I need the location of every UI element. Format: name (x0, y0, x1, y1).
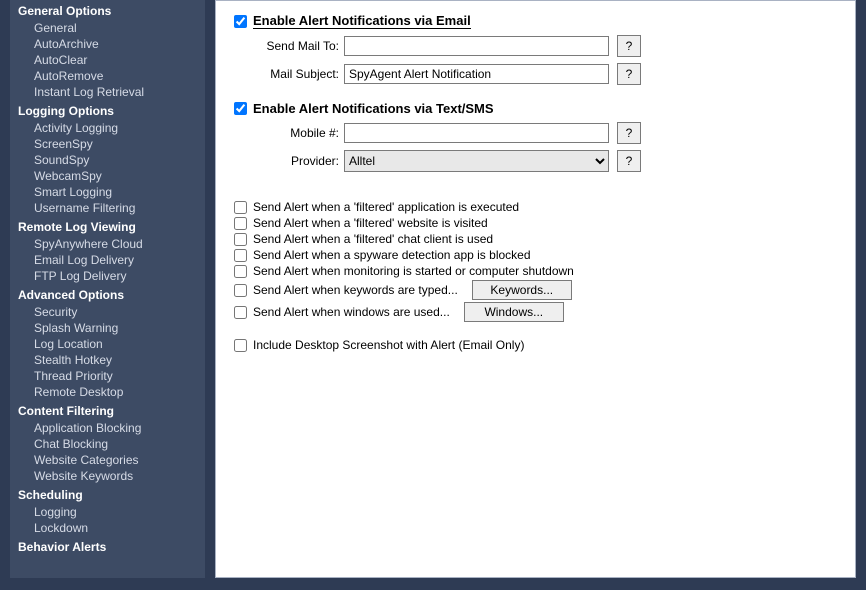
sidebar-section-title: Behavior Alerts (10, 536, 205, 556)
mobile-label: Mobile #: (234, 126, 344, 140)
send-mail-to-help-button[interactable]: ? (617, 35, 641, 57)
alert-label: Send Alert when a 'filtered' chat client… (253, 232, 493, 246)
sidebar-item[interactable]: Splash Warning (10, 320, 205, 336)
sidebar-section-title: Scheduling (10, 484, 205, 504)
send-mail-to-row: Send Mail To: ? (234, 35, 837, 57)
sidebar-item[interactable]: Logging (10, 504, 205, 520)
sidebar-section-title: Logging Options (10, 100, 205, 120)
sidebar-item[interactable]: ScreenSpy (10, 136, 205, 152)
send-mail-to-input[interactable] (344, 36, 609, 56)
provider-label: Provider: (234, 154, 344, 168)
alert-checkbox[interactable] (234, 265, 247, 278)
sidebar-item[interactable]: AutoClear (10, 52, 205, 68)
alert-row: Send Alert when keywords are typed... Key… (234, 280, 837, 300)
mobile-row: Mobile #: ? (234, 122, 837, 144)
sms-section-header: Enable Alert Notifications via Text/SMS (234, 101, 837, 116)
provider-row: Provider: Alltel ? (234, 150, 837, 172)
sidebar-item[interactable]: Email Log Delivery (10, 252, 205, 268)
mail-subject-input[interactable] (344, 64, 609, 84)
sidebar-item[interactable]: Instant Log Retrieval (10, 84, 205, 100)
sidebar-item[interactable]: FTP Log Delivery (10, 268, 205, 284)
sidebar-item[interactable]: Log Location (10, 336, 205, 352)
sidebar-item[interactable]: Username Filtering (10, 200, 205, 216)
alert-checkbox[interactable] (234, 249, 247, 262)
alert-checkbox[interactable] (234, 217, 247, 230)
sidebar-item[interactable]: Activity Logging (10, 120, 205, 136)
sidebar-item[interactable]: Application Blocking (10, 420, 205, 436)
alert-checkbox[interactable] (234, 284, 247, 297)
alert-side-button[interactable]: Windows... (464, 302, 564, 322)
provider-select[interactable]: Alltel (344, 150, 609, 172)
sidebar-item[interactable]: Website Categories (10, 452, 205, 468)
enable-email-title: Enable Alert Notifications via Email (253, 13, 471, 29)
sidebar-item[interactable]: General (10, 20, 205, 36)
alert-label: Send Alert when windows are used... (253, 305, 450, 319)
include-screenshot-label: Include Desktop Screenshot with Alert (E… (253, 338, 524, 352)
alert-checkbox[interactable] (234, 233, 247, 246)
sidebar-item[interactable]: SpyAnywhere Cloud (10, 236, 205, 252)
alert-side-button[interactable]: Keywords... (472, 280, 572, 300)
sidebar-section-title: Content Filtering (10, 400, 205, 420)
alert-label: Send Alert when keywords are typed... (253, 283, 458, 297)
sidebar-item[interactable]: SoundSpy (10, 152, 205, 168)
sidebar-item[interactable]: Thread Priority (10, 368, 205, 384)
alert-row: Send Alert when a 'filtered' website is … (234, 216, 837, 230)
alert-checkbox[interactable] (234, 201, 247, 214)
alert-row: Send Alert when a spyware detection app … (234, 248, 837, 262)
alert-label: Send Alert when monitoring is started or… (253, 264, 574, 278)
mail-subject-help-button[interactable]: ? (617, 63, 641, 85)
sidebar-section-title: Remote Log Viewing (10, 216, 205, 236)
send-mail-to-label: Send Mail To: (234, 39, 344, 53)
alert-row: Send Alert when a 'filtered' application… (234, 200, 837, 214)
sidebar-item[interactable]: AutoArchive (10, 36, 205, 52)
email-section-header: Enable Alert Notifications via Email (234, 13, 837, 29)
sidebar-section-title: Advanced Options (10, 284, 205, 304)
provider-help-button[interactable]: ? (617, 150, 641, 172)
sidebar-item[interactable]: Stealth Hotkey (10, 352, 205, 368)
screenshot-row: Include Desktop Screenshot with Alert (E… (234, 338, 837, 352)
sidebar-item[interactable]: WebcamSpy (10, 168, 205, 184)
sidebar-item[interactable]: AutoRemove (10, 68, 205, 84)
alerts-container: Send Alert when a 'filtered' application… (234, 200, 837, 322)
include-screenshot-checkbox[interactable] (234, 339, 247, 352)
alert-checkbox[interactable] (234, 306, 247, 319)
sidebar-item[interactable]: Lockdown (10, 520, 205, 536)
sidebar-item[interactable]: Website Keywords (10, 468, 205, 484)
enable-sms-title: Enable Alert Notifications via Text/SMS (253, 101, 494, 116)
sidebar-item[interactable]: Chat Blocking (10, 436, 205, 452)
sidebar-item[interactable]: Smart Logging (10, 184, 205, 200)
sidebar-section-title: General Options (10, 0, 205, 20)
mail-subject-label: Mail Subject: (234, 67, 344, 81)
enable-email-checkbox[interactable] (234, 15, 247, 28)
alert-label: Send Alert when a 'filtered' application… (253, 200, 519, 214)
sidebar-item[interactable]: Remote Desktop (10, 384, 205, 400)
enable-sms-checkbox[interactable] (234, 102, 247, 115)
sidebar: General OptionsGeneralAutoArchiveAutoCle… (10, 0, 205, 578)
alert-label: Send Alert when a 'filtered' website is … (253, 216, 488, 230)
alert-row: Send Alert when monitoring is started or… (234, 264, 837, 278)
alert-row: Send Alert when a 'filtered' chat client… (234, 232, 837, 246)
main-panel: Enable Alert Notifications via Email Sen… (215, 0, 856, 578)
alert-label: Send Alert when a spyware detection app … (253, 248, 531, 262)
sidebar-item[interactable]: Security (10, 304, 205, 320)
mobile-input[interactable] (344, 123, 609, 143)
mobile-help-button[interactable]: ? (617, 122, 641, 144)
mail-subject-row: Mail Subject: ? (234, 63, 837, 85)
alert-row: Send Alert when windows are used... Windo… (234, 302, 837, 322)
